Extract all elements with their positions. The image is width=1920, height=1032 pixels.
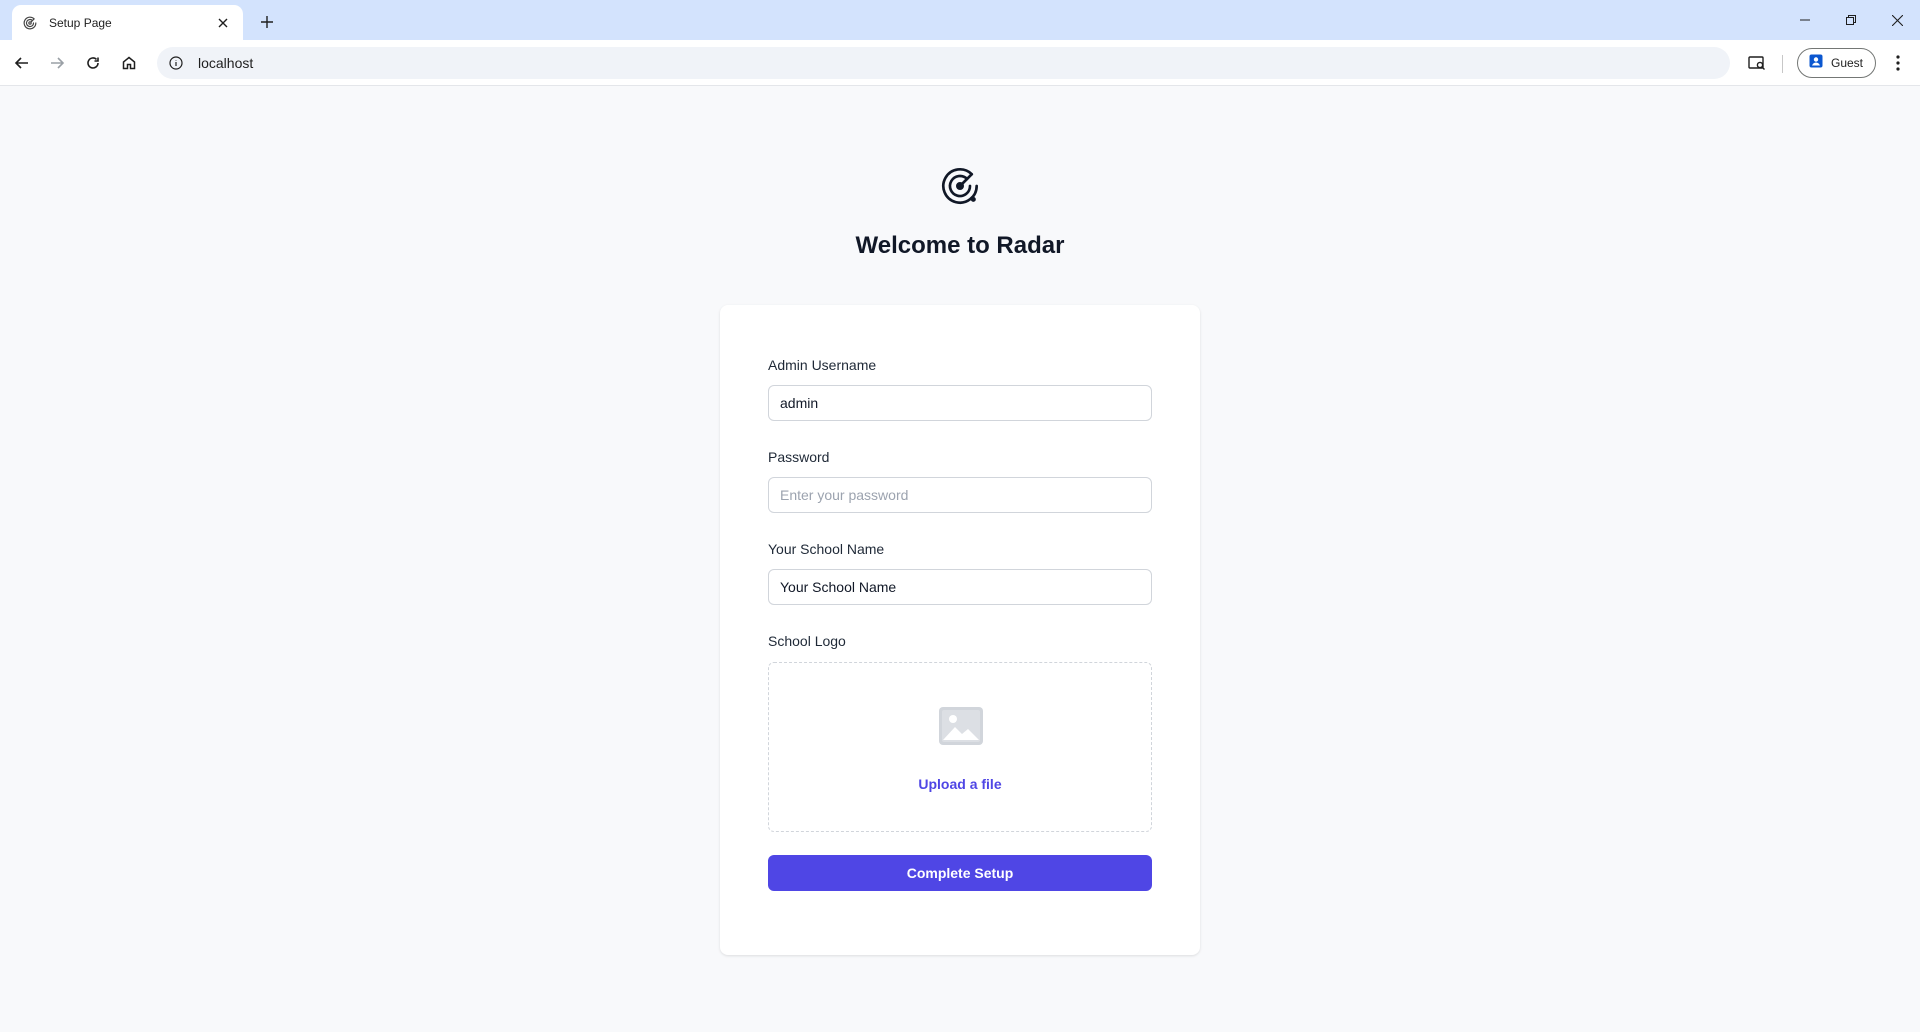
home-icon[interactable] (113, 47, 145, 79)
username-label: Admin Username (768, 357, 877, 373)
minimize-button[interactable] (1782, 0, 1828, 40)
password-input[interactable] (768, 477, 1152, 513)
logo-dropzone[interactable]: Upload a file (768, 662, 1152, 832)
address-url: localhost (198, 55, 254, 71)
password-label: Password (768, 449, 830, 465)
restore-button[interactable] (1828, 0, 1874, 40)
school-logo-label: School Logo (768, 633, 846, 649)
tab-search-icon[interactable] (1741, 47, 1773, 79)
new-tab-button[interactable] (253, 8, 281, 36)
radar-icon (940, 166, 980, 206)
browser-tab[interactable]: Setup Page (12, 5, 243, 40)
browser-menu-icon[interactable] (1882, 47, 1914, 79)
image-placeholder-icon (939, 707, 983, 745)
close-window-button[interactable] (1874, 0, 1920, 40)
profile-button[interactable]: Guest (1797, 48, 1876, 78)
back-arrow-icon[interactable] (6, 47, 38, 79)
radar-icon (22, 15, 38, 31)
forward-arrow-icon[interactable] (41, 47, 73, 79)
tab-title: Setup Page (49, 15, 112, 30)
setup-form-card: Admin Username Password Your School Name… (720, 305, 1200, 955)
upload-file-link[interactable]: Upload a file (769, 776, 1151, 792)
school-name-label: Your School Name (768, 541, 885, 557)
reload-icon[interactable] (77, 47, 109, 79)
page-title: Welcome to Radar (855, 232, 1065, 259)
browser-tabstrip: Setup Page (0, 0, 1920, 40)
window-controls (1782, 0, 1920, 40)
username-input[interactable] (768, 385, 1152, 421)
address-bar[interactable]: localhost (157, 47, 1730, 79)
school-name-input[interactable] (768, 569, 1152, 605)
toolbar-divider (1782, 55, 1783, 73)
site-info-icon[interactable] (167, 54, 185, 72)
complete-setup-button[interactable]: Complete Setup (768, 855, 1152, 891)
browser-toolbar: localhost Guest (0, 40, 1920, 86)
close-tab-icon[interactable] (213, 13, 233, 33)
profile-label: Guest (1831, 56, 1864, 70)
guest-profile-icon (1809, 54, 1823, 73)
